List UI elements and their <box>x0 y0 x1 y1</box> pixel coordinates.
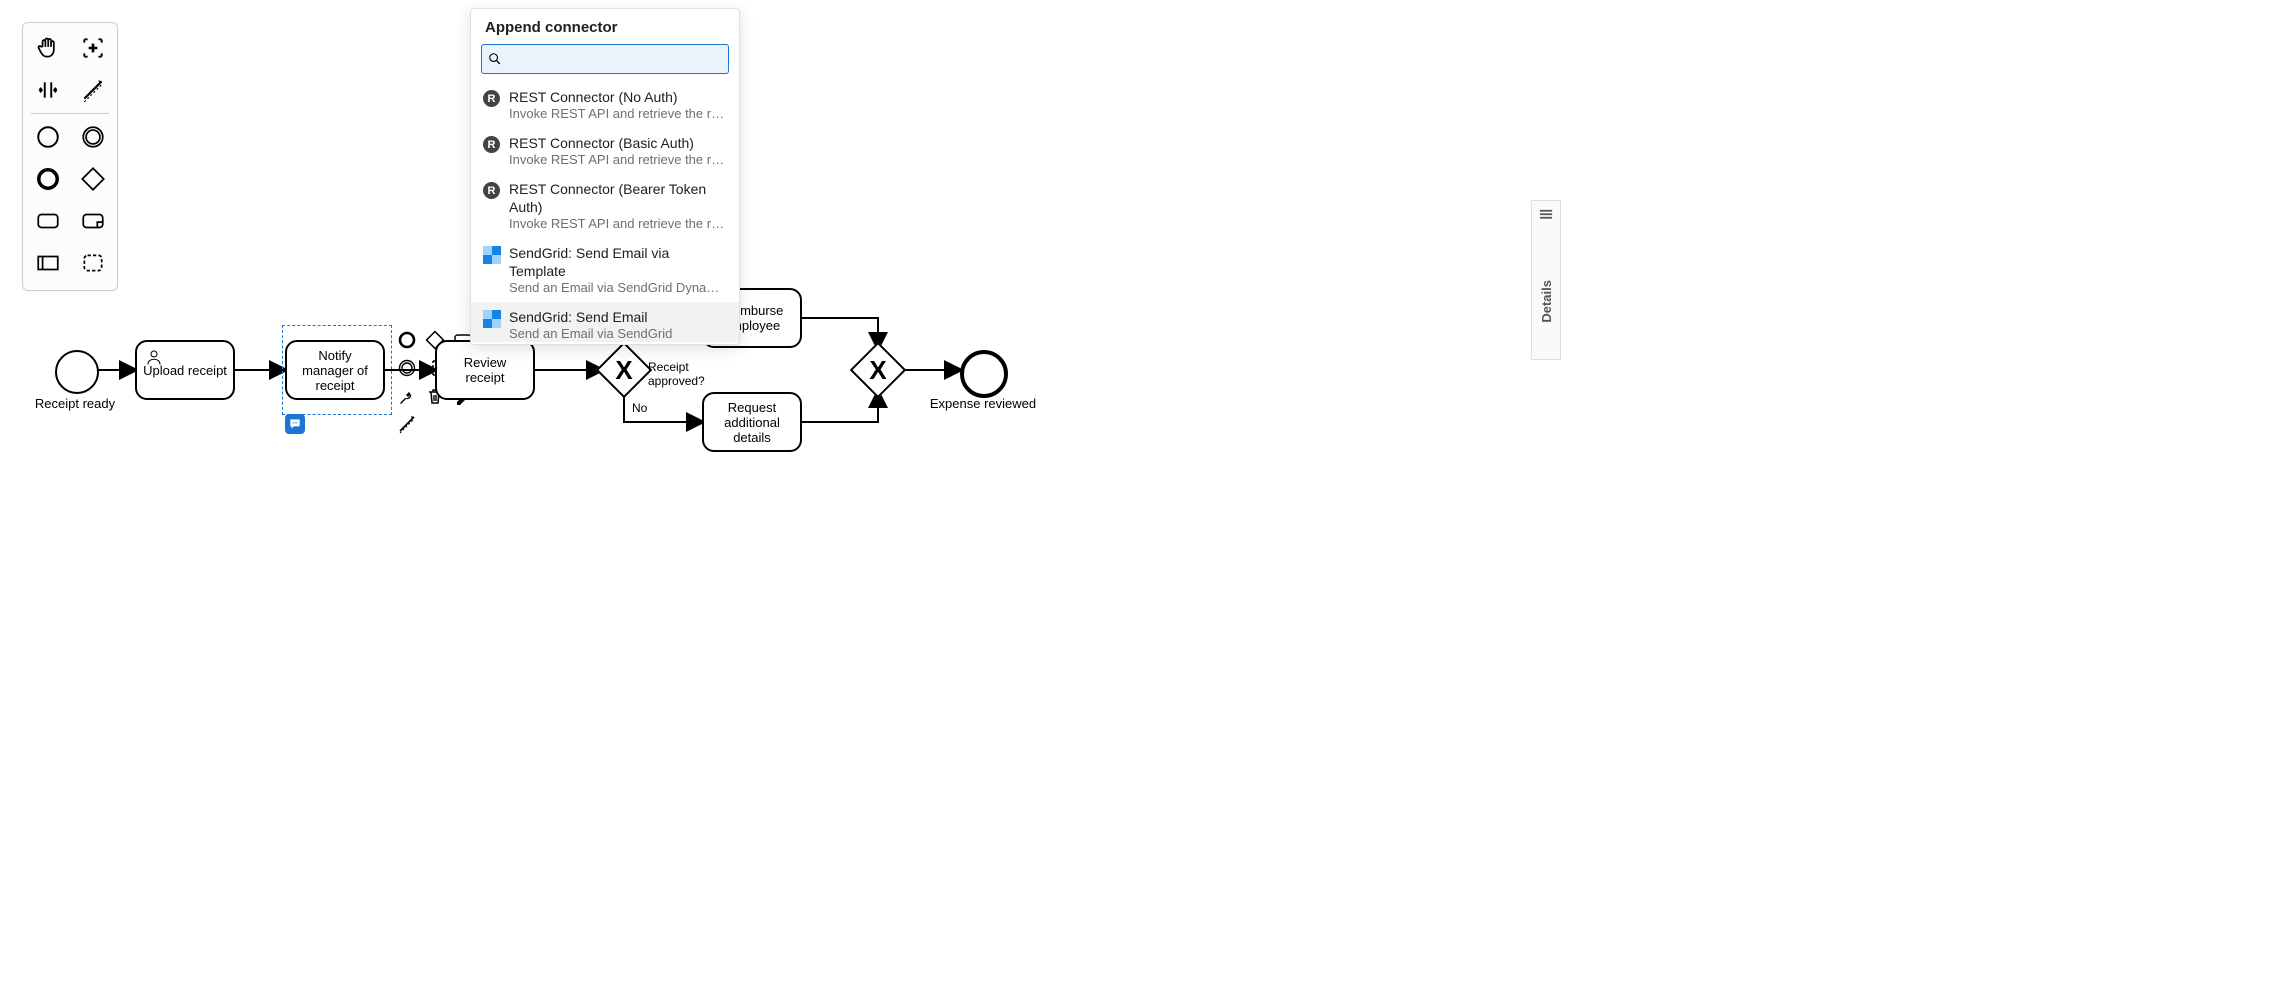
popup-item[interactable]: R REST Connector (No Auth) Invoke REST A… <box>471 82 739 128</box>
details-tab-label: Details <box>1539 280 1554 323</box>
user-task-icon <box>145 348 163 366</box>
popup-item-desc: Send an Email via SendGrid Dynamic Te… <box>509 280 725 296</box>
wrench-icon[interactable] <box>395 384 419 408</box>
rest-connector-icon: R <box>483 182 500 199</box>
popup-item-title: REST Connector (No Auth) <box>509 88 725 106</box>
popup-item[interactable]: R REST Connector (Basic Auth) Invoke RES… <box>471 128 739 174</box>
append-connector-popup: Append connector R REST Connector (No Au… <box>470 8 740 345</box>
popup-item[interactable]: SendGrid: Send Email via Template Send a… <box>471 238 739 302</box>
task-upload-receipt[interactable]: Upload receipt <box>135 340 235 400</box>
rest-connector-icon: R <box>483 90 500 107</box>
create-data-store-icon[interactable] <box>77 205 109 237</box>
create-task-icon[interactable] <box>32 205 64 237</box>
lasso-tool-icon[interactable] <box>77 32 109 64</box>
search-icon <box>488 52 502 66</box>
task-label: Request additional details <box>710 400 794 445</box>
popup-item-title: REST Connector (Bearer Token Auth) <box>509 180 727 216</box>
gateway-label: Receipt approved? <box>648 360 712 388</box>
popup-search-box[interactable] <box>481 44 729 74</box>
end-event-label: Expense reviewed <box>928 396 1038 411</box>
popup-item-title: REST Connector (Basic Auth) <box>509 134 725 152</box>
task-label: Review receipt <box>443 355 527 385</box>
edge-label-no: No <box>632 401 647 415</box>
popup-item-desc: Invoke REST API and retrieve the result <box>509 106 725 122</box>
sendgrid-icon <box>483 310 501 328</box>
create-start-event-icon[interactable] <box>32 121 64 153</box>
start-event[interactable] <box>55 350 99 394</box>
task-review-receipt[interactable]: Review receipt <box>435 340 535 400</box>
popup-item-desc: Send an Email via SendGrid <box>509 326 672 342</box>
gateway-merge[interactable]: X <box>858 350 898 390</box>
rest-connector-icon: R <box>483 136 500 153</box>
popup-item[interactable]: R REST Connector (Bearer Token Auth) Inv… <box>471 174 739 238</box>
popup-item-title: SendGrid: Send Email <box>509 308 672 326</box>
create-intermediate-event-icon[interactable] <box>77 121 109 153</box>
global-connect-tool-icon[interactable] <box>77 74 109 106</box>
popup-item-desc: Invoke REST API and retrieve the result … <box>509 152 725 168</box>
comment-badge[interactable] <box>285 414 305 434</box>
popup-item-title: SendGrid: Send Email via Template <box>509 244 727 280</box>
chat-icon <box>288 417 302 431</box>
create-gateway-icon[interactable] <box>77 163 109 195</box>
start-event-label: Receipt ready <box>30 396 120 411</box>
append-intermediate-event-icon[interactable] <box>395 356 419 380</box>
tool-palette <box>22 22 118 291</box>
create-end-event-icon[interactable] <box>32 163 64 195</box>
popup-list: R REST Connector (No Auth) Invoke REST A… <box>471 82 739 342</box>
create-participant-icon[interactable] <box>32 247 64 279</box>
popup-title: Append connector <box>471 19 739 44</box>
connect-icon[interactable] <box>395 412 419 436</box>
popup-item[interactable]: SendGrid: Send Email Send an Email via S… <box>471 302 739 342</box>
end-event[interactable] <box>960 350 1008 398</box>
sendgrid-icon <box>483 246 501 264</box>
space-tool-icon[interactable] <box>32 74 64 106</box>
gateway-receipt-approved[interactable]: X <box>604 350 644 390</box>
popup-search-input[interactable] <box>506 49 722 69</box>
menu-icon <box>1539 209 1553 220</box>
task-request-details[interactable]: Request additional details <box>702 392 802 452</box>
create-group-icon[interactable] <box>77 247 109 279</box>
append-end-event-icon[interactable] <box>395 328 419 352</box>
task-label: Notify manager of receipt <box>293 348 377 393</box>
hand-tool-icon[interactable] <box>32 32 64 64</box>
popup-item-desc: Invoke REST API and retrieve the result … <box>509 216 725 232</box>
details-panel-tab[interactable]: Details <box>1531 200 1561 360</box>
task-notify-manager[interactable]: Notify manager of receipt <box>285 340 385 400</box>
